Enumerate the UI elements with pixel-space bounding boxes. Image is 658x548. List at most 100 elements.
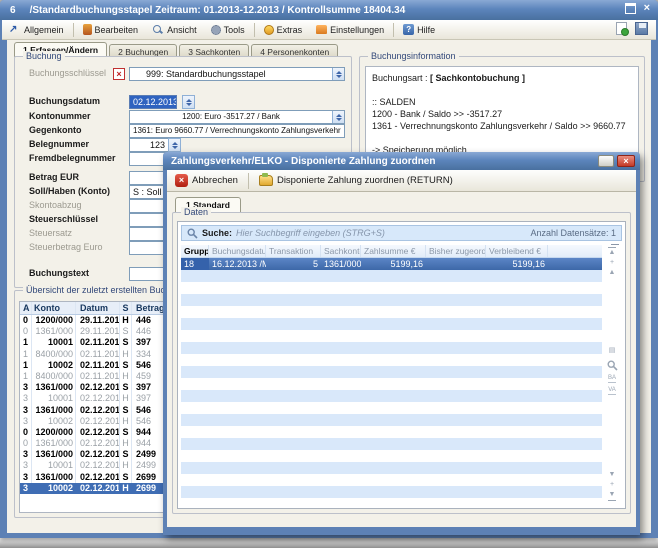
cell-s: S (120, 472, 132, 483)
menu-einstellungen[interactable]: Einstellungen (309, 21, 391, 39)
cell-transaktion: 5 (266, 258, 321, 270)
field-label: Soll/Haben (Konto) (29, 186, 110, 196)
cell-datum: 02.12.2013 (76, 449, 120, 460)
col-a[interactable]: A (20, 302, 32, 314)
kontonummer-combo[interactable]: 1200: Euro -3517.27 / Bank (129, 110, 345, 124)
scroll-down-icon[interactable]: ▼ (608, 470, 616, 480)
field-label: Buchungsschlüssel (29, 68, 106, 78)
belegnummer-input[interactable]: 123 (129, 138, 169, 152)
date-value: 02.12.2013 (130, 96, 177, 108)
col-buchungsdatum[interactable]: Buchungsdatum (209, 245, 266, 257)
cell-konto: 1361/000 (32, 438, 76, 449)
menu-bearbeiten[interactable]: Bearbeiten (76, 21, 146, 39)
col-verbleibend[interactable]: Verbleibend € (486, 245, 548, 257)
dialog-body: × Abbrechen Disponierte Zahlung zuordnen… (167, 170, 636, 527)
spinner-icon[interactable] (332, 68, 344, 80)
dialog-titlebar[interactable]: Zahlungsverkehr/ELKO - Disponierte Zahlu… (163, 152, 640, 170)
cell-datum: 02.12.2013 (76, 416, 120, 427)
buchungsdatum-input[interactable]: 02.12.2013 (129, 95, 177, 109)
buchungsschluessel-combo[interactable]: 999: Standardbuchungsstapel (129, 67, 345, 81)
grid-body: 18 16.12.2013 /Mo 5 1361/000 5199,16 519… (181, 258, 602, 498)
cell-a: 3 (20, 382, 32, 393)
save-icon[interactable] (635, 22, 648, 35)
titlebar[interactable]: 6 /Standardbuchungsstapel Zeitraum: 01.2… (0, 0, 658, 20)
assign-icon (259, 175, 273, 186)
ba-filter-icon[interactable]: BA (608, 375, 616, 383)
empty-row (181, 402, 602, 414)
menu-hilfe[interactable]: ? Hilfe (396, 21, 442, 39)
scroll-up-icon[interactable]: ▲ (602, 268, 622, 278)
menu-label: Extras (277, 25, 303, 35)
spinner-icon[interactable] (168, 138, 181, 152)
close-button[interactable]: × (644, 3, 650, 14)
dialog-minimize-button[interactable] (598, 155, 614, 167)
scroll-bottom-icon[interactable]: ▼ (608, 490, 616, 500)
col-konto[interactable]: Konto (32, 302, 76, 314)
arrow-icon: ↗ (9, 24, 21, 35)
menu-separator (393, 23, 394, 37)
grid-nav-strip: ▲ + ▲ ▤ BA VA ▼ (602, 245, 622, 505)
col-bisher-zugeordnet[interactable]: Bisher zugeordnet (426, 245, 486, 257)
cell-a: 3 (20, 416, 32, 427)
edit-icon (83, 24, 92, 35)
daten-legend: Daten (181, 207, 211, 217)
dialog-close-button[interactable]: × (617, 155, 635, 167)
cell-gruppe: 18 (181, 258, 209, 270)
spinner-icon[interactable] (344, 125, 345, 137)
menu-label: Ansicht (167, 25, 197, 35)
clear-icon[interactable]: × (113, 68, 125, 80)
cell-s: S (120, 382, 132, 393)
cell-konto: 1361/000 (32, 326, 76, 337)
payment-row-selected[interactable]: 18 16.12.2013 /Mo 5 1361/000 5199,16 519… (181, 258, 602, 270)
cell-a: 3 (20, 393, 32, 404)
search-bar[interactable]: Suche: Hier Suchbegriff eingeben (STRG+S… (181, 225, 622, 241)
col-s[interactable]: S (120, 302, 132, 314)
menu-label: Bearbeiten (95, 25, 139, 35)
cell-zahlsumme: 5199,16 (361, 258, 426, 270)
new-document-icon[interactable] (616, 22, 627, 35)
buchung-legend: Buchung (23, 51, 65, 61)
menu-tools[interactable]: Tools (204, 21, 252, 39)
scroll-top-icon[interactable]: ▲ (602, 248, 622, 258)
field-label: Steuerschlüssel (29, 214, 98, 224)
window-number: 6 (10, 5, 16, 16)
col-sachkonto[interactable]: Sachkonto (321, 245, 361, 257)
cell-a: 1 (20, 371, 32, 382)
cell-s: H (120, 460, 132, 471)
cancel-button[interactable]: × Abbrechen (167, 171, 246, 191)
cell-konto: 1361/000 (32, 449, 76, 460)
info-line: :: SALDEN (372, 96, 632, 108)
empty-row (181, 462, 602, 474)
info-line: 1361 - Verrechnungskonto Zahlungsverkehr… (372, 120, 632, 132)
assign-payment-button[interactable]: Disponierte Zahlung zuordnen (RETURN) (251, 171, 461, 191)
col-transaktion[interactable]: Transaktion (266, 245, 321, 257)
cell-s: H (120, 349, 132, 360)
desktop-edge (0, 538, 658, 548)
menu-ansicht[interactable]: Ansicht (145, 21, 204, 39)
col-zahlsumme[interactable]: Zahlsumme € (361, 245, 426, 257)
field-kontonummer: Kontonummer 1200: Euro -3517.27 / Bank (15, 110, 351, 124)
col-gruppe[interactable]: Gruppe (181, 245, 209, 257)
va-filter-icon[interactable]: VA (608, 387, 616, 395)
window-title: /Standardbuchungsstapel Zeitraum: 01.201… (30, 5, 406, 16)
menu-separator (73, 23, 74, 37)
zoom-icon[interactable] (607, 360, 618, 371)
cell-s: S (120, 449, 132, 460)
empty-row (181, 378, 602, 390)
grid-columns-icon[interactable]: ▤ (607, 346, 618, 356)
spinner-icon[interactable] (332, 111, 344, 123)
menu-label: Einstellungen (330, 25, 384, 35)
cell-konto: 1361/000 (32, 472, 76, 483)
gegenkonto-combo[interactable]: 1361: Euro 9660.77 / Verrechnungskonto Z… (129, 124, 345, 138)
cell-a: 1 (20, 360, 32, 371)
menu-extras[interactable]: Extras (257, 21, 310, 39)
extras-icon (264, 25, 274, 35)
empty-row (181, 450, 602, 462)
row-insert-icon[interactable]: + (602, 258, 622, 268)
row-append-icon[interactable]: + (608, 480, 616, 490)
spinner-icon[interactable] (182, 95, 195, 109)
restore-button[interactable] (625, 3, 636, 14)
menu-allgemein[interactable]: ↗ Allgemein (2, 21, 71, 39)
col-datum[interactable]: Datum (76, 302, 120, 314)
cell-datum: 29.11.2013 (76, 326, 120, 337)
